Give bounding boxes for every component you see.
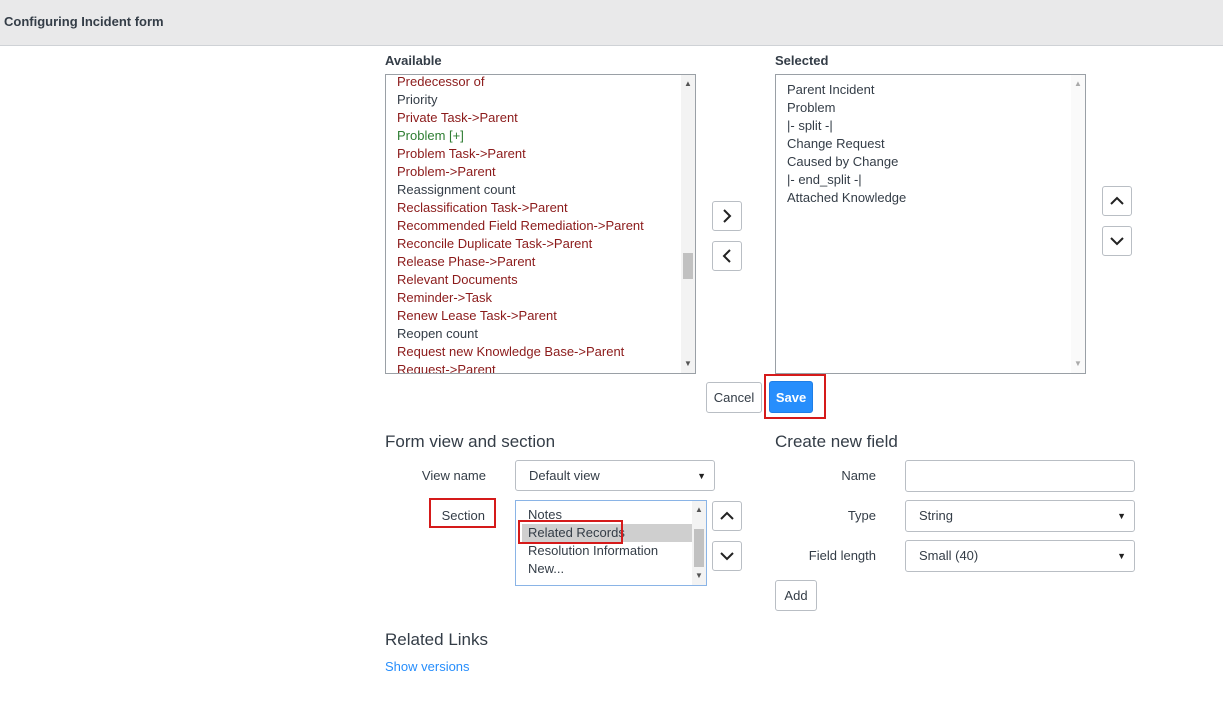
- field-length-value: Small (40): [919, 548, 979, 563]
- available-list-item[interactable]: Predecessor of: [397, 75, 644, 91]
- available-scrollbar[interactable]: ▲ ▼: [681, 75, 695, 373]
- available-list-item[interactable]: Priority: [397, 91, 644, 109]
- scroll-up-icon[interactable]: ▲: [692, 503, 706, 517]
- view-name-label: View name: [421, 468, 486, 483]
- chevron-right-icon: [723, 209, 732, 223]
- move-left-button[interactable]: [712, 241, 742, 271]
- scroll-up-icon[interactable]: ▲: [681, 77, 695, 91]
- selected-scrollbar[interactable]: ▲ ▼: [1071, 75, 1085, 373]
- section-highlight-box: [429, 498, 496, 528]
- view-name-value: Default view: [529, 468, 600, 483]
- selected-list-item[interactable]: |- split -|: [787, 117, 906, 135]
- available-list-item[interactable]: Reassignment count: [397, 181, 644, 199]
- section-list-item[interactable]: New...: [516, 560, 692, 578]
- chevron-down-icon: [720, 552, 734, 561]
- selected-list-item[interactable]: |- end_split -|: [787, 171, 906, 189]
- selected-list-item[interactable]: Attached Knowledge: [787, 189, 906, 207]
- available-list-item[interactable]: Reconcile Duplicate Task->Parent: [397, 235, 644, 253]
- chevron-down-icon: [1110, 237, 1124, 246]
- selected-list[interactable]: Parent Incident Problem |- split -| Change …: [775, 74, 1086, 374]
- selected-list-item[interactable]: Change Request: [787, 135, 906, 153]
- available-list-item[interactable]: Relevant Documents: [397, 271, 644, 289]
- available-list-item[interactable]: Reminder->Task: [397, 289, 644, 307]
- available-list-item[interactable]: Private Task->Parent: [397, 109, 644, 127]
- available-list-item[interactable]: Renew Lease Task->Parent: [397, 307, 644, 325]
- scroll-thumb[interactable]: [683, 253, 693, 279]
- move-up-button[interactable]: [1102, 186, 1132, 216]
- available-list[interactable]: Predecessor of Priority Private Task->Pare…: [385, 74, 696, 374]
- available-list-item[interactable]: Problem [+]: [397, 127, 644, 145]
- type-select[interactable]: String ▼: [905, 500, 1135, 532]
- create-field-title: Create new field: [775, 432, 898, 451]
- add-button[interactable]: Add: [775, 580, 817, 611]
- available-list-item[interactable]: Reclassification Task->Parent: [397, 199, 644, 217]
- name-label: Name: [841, 468, 876, 483]
- dropdown-caret-icon: ▼: [1117, 511, 1126, 521]
- scroll-down-icon[interactable]: ▼: [692, 569, 706, 583]
- available-list-item[interactable]: Reopen count: [397, 325, 644, 343]
- related-records-highlight-box: [518, 520, 623, 544]
- section-move-down-button[interactable]: [712, 541, 742, 571]
- available-list-item[interactable]: Recommended Field Remediation->Parent: [397, 217, 644, 235]
- available-list-item[interactable]: Problem Task->Parent: [397, 145, 644, 163]
- selected-list-item[interactable]: Problem: [787, 99, 906, 117]
- move-down-button[interactable]: [1102, 226, 1132, 256]
- selected-list-item[interactable]: Parent Incident: [787, 81, 906, 99]
- save-highlight-box: [764, 374, 826, 419]
- section-scrollbar[interactable]: ▲ ▼: [692, 501, 706, 585]
- section-move-up-button[interactable]: [712, 501, 742, 531]
- chevron-up-icon: [1110, 196, 1124, 205]
- selected-list-item[interactable]: Caused by Change: [787, 153, 906, 171]
- page-title: Configuring Incident form: [4, 14, 164, 29]
- available-list-item[interactable]: Release Phase->Parent: [397, 253, 644, 271]
- scroll-thumb[interactable]: [694, 529, 704, 567]
- chevron-up-icon: [720, 511, 734, 520]
- available-list-item[interactable]: Request new Knowledge Base->Parent: [397, 343, 644, 361]
- field-length-select[interactable]: Small (40) ▼: [905, 540, 1135, 572]
- available-list-item[interactable]: Problem->Parent: [397, 163, 644, 181]
- selected-label: Selected: [775, 53, 829, 68]
- chevron-left-icon: [722, 249, 731, 263]
- cancel-button[interactable]: Cancel: [706, 382, 762, 413]
- scroll-down-icon[interactable]: ▼: [681, 357, 695, 371]
- scroll-down-icon[interactable]: ▼: [1071, 357, 1085, 371]
- name-input[interactable]: [905, 460, 1135, 492]
- type-value: String: [919, 508, 953, 523]
- show-versions-link[interactable]: Show versions: [385, 659, 470, 674]
- section-list-item[interactable]: Resolution Information: [516, 542, 692, 560]
- scroll-up-icon[interactable]: ▲: [1071, 77, 1085, 91]
- header-bar: Configuring Incident form: [0, 0, 1223, 46]
- dropdown-caret-icon: ▼: [1117, 551, 1126, 561]
- available-list-item[interactable]: Request->Parent: [397, 361, 644, 373]
- move-right-button[interactable]: [712, 201, 742, 231]
- related-links-title: Related Links: [385, 630, 489, 649]
- type-label: Type: [847, 508, 876, 523]
- available-label: Available: [385, 53, 442, 68]
- view-name-select[interactable]: Default view ▼: [515, 460, 715, 491]
- field-length-label: Field length: [808, 548, 876, 563]
- dropdown-caret-icon: ▼: [697, 471, 706, 481]
- form-view-section-title: Form view and section: [385, 432, 556, 451]
